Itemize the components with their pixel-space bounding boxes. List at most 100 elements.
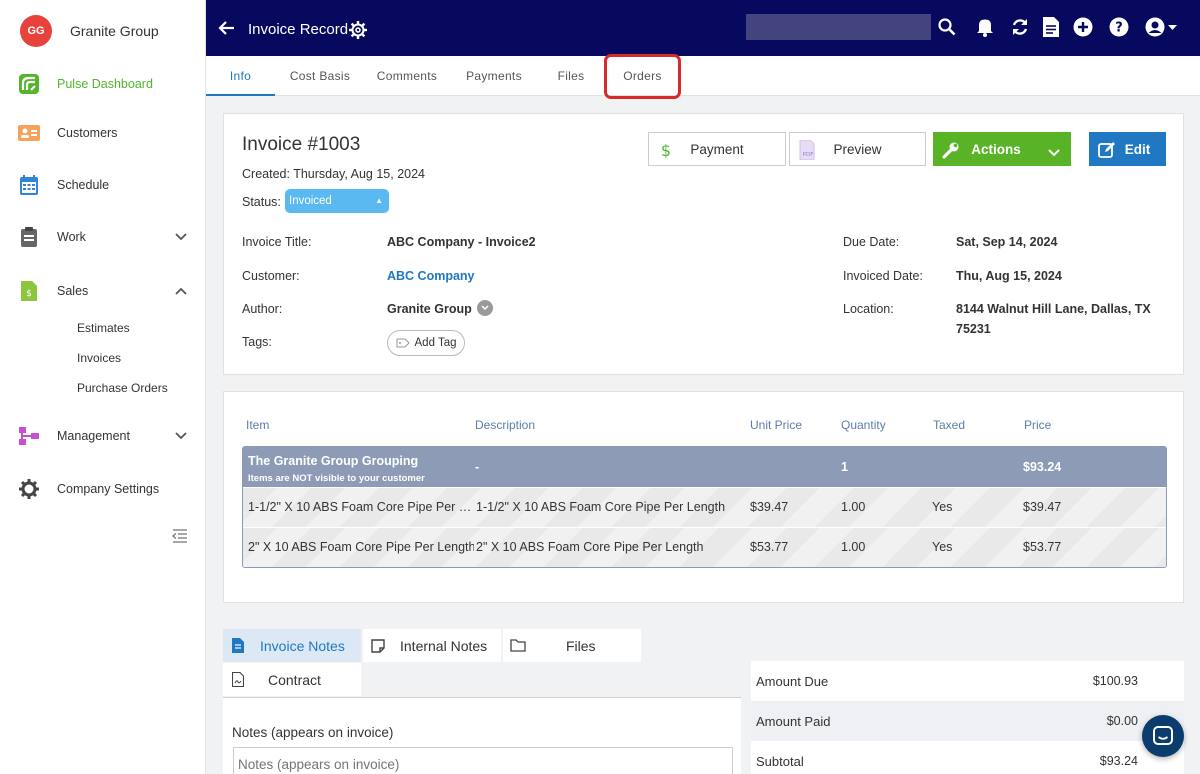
customer-label: Customer: [242,269,300,283]
bell-icon[interactable] [974,16,996,38]
edit-button[interactable]: Edit [1089,132,1166,166]
line-items-table: The Granite Group Grouping Items are NOT… [242,446,1167,568]
invoiced-date-label: Invoiced Date: [843,269,923,283]
contract-file-icon [230,672,246,688]
gear-icon[interactable] [348,20,368,40]
plus-circle-icon[interactable] [1072,16,1094,38]
sidebar-item-label: Management [57,429,130,443]
sidebar-subitem-invoices[interactable]: Invoices [77,351,121,365]
sidebar: GG Granite Group Pulse Dashboard Custome… [0,0,206,774]
total-label: Amount Paid [756,714,831,729]
tab-info[interactable]: Info [206,56,275,96]
item-quantity: 1.00 [841,540,866,554]
invoiced-date-value: Thu, Aug 15, 2024 [956,269,1062,283]
chevron-down-icon[interactable] [172,427,190,445]
sync-icon[interactable] [1009,16,1031,38]
clipboard-icon [18,226,40,248]
item-unit-price: $53.77 [750,540,789,554]
svg-text:$: $ [661,141,671,159]
chevron-up-icon[interactable] [172,282,190,300]
invoice-title-value: ABC Company - Invoice2 [387,235,536,249]
sidebar-item-pulse-dashboard[interactable]: Pulse Dashboard [18,72,190,96]
column-header-item: Item [246,418,270,432]
user-menu-icon[interactable] [1144,16,1180,38]
folder-icon [510,638,526,654]
tab-cost-basis[interactable]: Cost Basis [285,56,355,96]
group-description: - [475,460,480,474]
author-value: Granite Group [387,302,472,316]
sidebar-item-label: Schedule [57,178,110,192]
sidebar-subitem-purchase-orders[interactable]: Purchase Orders [77,381,168,395]
preview-button[interactable]: PDF Preview [789,132,926,166]
status-select[interactable]: Invoiced ▲ [285,189,389,213]
tab-invoice-notes[interactable]: Invoice Notes [223,629,361,662]
document-icon[interactable] [1040,16,1062,38]
search-input[interactable] [746,14,931,40]
sidebar-item-label: Pulse Dashboard [57,77,153,91]
sidebar-subitem-estimates[interactable]: Estimates [77,321,130,335]
tag-icon [396,338,410,348]
tab-comments[interactable]: Comments [371,56,443,96]
tab-contract[interactable]: Contract [223,663,361,696]
svg-text:?: ? [1115,21,1123,36]
item-price: $39.47 [1023,500,1062,514]
record-tabs: Info Cost Basis Comments Payments Files … [206,54,1200,99]
sidebar-item-customers[interactable]: Customers [18,121,190,145]
sidebar-item-label: Customers [57,126,118,140]
back-arrow-icon[interactable] [218,19,236,37]
column-header-description: Description [475,418,536,432]
item-name: 2" X 10 ABS Foam Core Pipe Per Length [248,540,474,554]
due-date-value: Sat, Sep 14, 2024 [956,235,1058,249]
item-name: 1-1/2" X 10 ABS Foam Core Pipe Per Lengt… [248,500,474,514]
table-row[interactable]: 1-1/2" X 10 ABS Foam Core Pipe Per Lengt… [243,487,1166,527]
collapse-sidebar-icon[interactable] [171,529,190,547]
author-dropdown-icon[interactable] [477,300,493,316]
payment-button[interactable]: $ Payment [648,132,786,166]
tab-files[interactable]: Files [546,56,596,96]
help-icon[interactable]: ? [1108,16,1130,38]
notes-panel: Notes (appears on invoice) [223,697,741,774]
svg-text:PDF: PDF [803,152,814,158]
org-switcher[interactable]: GG Granite Group [20,15,159,47]
group-price: $93.24 [1023,460,1062,474]
column-header-price: Price [1024,418,1052,432]
total-row-subtotal: Subtotal $93.24 [751,741,1184,774]
add-tag-label: Add Tag [414,337,457,349]
group-name: The Granite Group Grouping [248,454,419,468]
wrench-icon [942,141,960,159]
tab-label: Internal Notes [400,637,488,654]
sidebar-item-management[interactable]: Management [18,424,190,448]
add-tag-button[interactable]: Add Tag [387,330,465,356]
status-label: Status: [242,195,281,209]
tab-files[interactable]: Files [503,629,641,662]
sidebar-item-label: Work [57,230,86,244]
calendar-icon [18,174,40,196]
table-row[interactable]: 2" X 10 ABS Foam Core Pipe Per Length 2"… [243,527,1166,567]
author-label: Author: [242,302,283,316]
sidebar-item-work[interactable]: Work [18,225,190,249]
edit-icon [1098,141,1116,159]
item-price: $53.77 [1023,540,1062,554]
sidebar-item-company-settings[interactable]: Company Settings [18,477,190,501]
total-value: $93.24 [1099,754,1138,768]
tab-payments[interactable]: Payments [460,56,528,96]
column-header-taxed: Taxed [933,418,966,432]
chat-launcher-button[interactable] [1142,715,1184,757]
notes-input[interactable] [233,747,733,774]
customer-link[interactable]: ABC Company [387,269,475,283]
total-label: Amount Due [756,674,829,689]
line-items-card: Item Description Unit Price Quantity Tax… [223,391,1184,603]
chevron-down-icon[interactable] [172,228,190,246]
sidebar-item-sales[interactable]: $ Sales [18,279,190,303]
sidebar-item-schedule[interactable]: Schedule [18,173,190,197]
page-title: Invoice Record [248,21,349,38]
column-header-quantity: Quantity [841,418,886,432]
sidebar-item-label: Sales [57,284,89,298]
invoice-dollar-icon: $ [18,280,40,302]
group-row[interactable]: The Granite Group Grouping Items are NOT… [243,447,1166,487]
gear-icon [18,478,40,500]
actions-button[interactable]: Actions [933,132,1071,166]
search-icon[interactable] [936,16,958,38]
sidebar-item-label: Company Settings [57,482,160,496]
tab-internal-notes[interactable]: Internal Notes [363,629,501,662]
